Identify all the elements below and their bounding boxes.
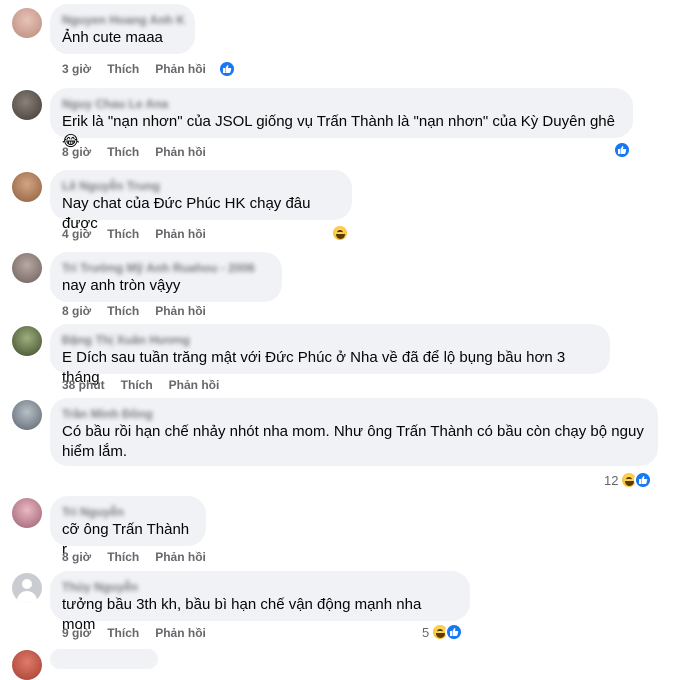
comment-text: Có bầu rồi hạn chế nhảy nhót nha mom. Nh… [62, 423, 644, 460]
avatar[interactable] [12, 650, 42, 680]
like-button[interactable]: Thích [107, 626, 139, 640]
reply-button[interactable]: Phản hồi [155, 626, 206, 640]
haha-reaction-icon [331, 224, 349, 242]
reply-button[interactable]: Phản hồi [155, 304, 206, 318]
comment-author[interactable]: Thủy Nguyễn [62, 579, 458, 595]
comment-bubble: Đặng Thị Xuân Hương E Dích sau tuần trăn… [50, 324, 610, 386]
reaction-summary[interactable]: 5 [422, 622, 464, 642]
comment-author[interactable]: Lê Nguyễn Trung [62, 178, 340, 194]
comment-time[interactable]: 38 phút [62, 378, 105, 392]
like-reaction-icon [445, 623, 464, 641]
comment-time[interactable]: 3 giờ [62, 62, 91, 76]
comment-bubble [50, 649, 158, 669]
reply-button[interactable]: Phản hồi [169, 378, 220, 392]
reply-button[interactable]: Phản hồi [155, 550, 206, 564]
comment-author[interactable]: Tri Nguyễn [62, 504, 194, 520]
comment-actions: 8 giờ Thích Phản hồi [62, 144, 222, 160]
default-avatar-icon [22, 579, 32, 589]
comment-author[interactable]: Nguy Chau Le Ana [62, 96, 621, 112]
comment-time[interactable]: 4 giờ [62, 227, 91, 241]
comment-actions: 8 giờ Thích Phản hồi [62, 303, 222, 319]
avatar[interactable] [12, 573, 42, 603]
reply-button[interactable]: Phản hồi [155, 62, 206, 76]
default-avatar-body [17, 591, 37, 603]
comment-time[interactable]: 8 giờ [62, 550, 91, 564]
comment-author[interactable]: Tri Trường Mỹ Anh Ruahou - 2006 [62, 260, 270, 276]
reaction-count: 12 [604, 472, 619, 488]
comment-actions: 4 giờ Thích Phản hồi [62, 226, 222, 242]
reaction-summary[interactable]: 12 [604, 470, 653, 490]
comment-actions: 38 phút Thích Phản hồi [62, 377, 235, 393]
comment-bubble: Trần Minh Đông Có bầu rồi hạn chế nhảy n… [50, 398, 658, 466]
comment-time[interactable]: 8 giờ [62, 145, 91, 159]
like-button[interactable]: Thích [107, 227, 139, 241]
reply-button[interactable]: Phản hồi [155, 145, 206, 159]
like-reaction-icon [634, 471, 653, 489]
comment-time[interactable]: 8 giờ [62, 304, 91, 318]
like-reaction-icon [613, 141, 631, 159]
comment-text: Ảnh cute maaa [62, 29, 163, 46]
reaction-summary[interactable] [218, 59, 236, 79]
comment-bubble: Nguyen Hoang Anh K Ảnh cute maaa [50, 4, 195, 54]
comment-actions: 3 giờ Thích Phản hồi [62, 61, 222, 77]
like-button[interactable]: Thích [121, 378, 153, 392]
avatar[interactable] [12, 326, 42, 356]
reaction-count: 5 [422, 624, 430, 640]
reaction-summary[interactable] [613, 140, 631, 160]
like-reaction-icon [218, 60, 236, 78]
comment-actions: 9 giờ Thích Phản hồi [62, 625, 222, 641]
like-button[interactable]: Thích [107, 304, 139, 318]
like-button[interactable]: Thích [107, 62, 139, 76]
avatar[interactable] [12, 172, 42, 202]
avatar[interactable] [12, 90, 42, 120]
comment-bubble: Tri Nguyễn cỡ ông Trấn Thành r [50, 496, 206, 558]
comment-bubble: Nguy Chau Le Ana Erik là "nạn nhơn" của … [50, 88, 633, 150]
comment-text: nay anh tròn vậyy [62, 277, 181, 294]
like-button[interactable]: Thích [107, 145, 139, 159]
reply-button[interactable]: Phản hồi [155, 227, 206, 241]
comment-author[interactable]: Nguyen Hoang Anh K [62, 12, 185, 28]
comment-bubble: Thủy Nguyễn tưởng bầu 3th kh, bầu bì hạn… [50, 571, 470, 633]
avatar[interactable] [12, 498, 42, 528]
avatar[interactable] [12, 253, 42, 283]
comment-author[interactable]: Đặng Thị Xuân Hương [62, 332, 598, 348]
comment-actions: 8 giờ Thích Phản hồi [62, 549, 222, 565]
comment-time[interactable]: 9 giờ [62, 626, 91, 640]
like-button[interactable]: Thích [107, 550, 139, 564]
comment-bubble: Lê Nguyễn Trung Nay chat của Đức Phúc HK… [50, 170, 352, 232]
avatar[interactable] [12, 8, 42, 38]
comment-bubble: Tri Trường Mỹ Anh Ruahou - 2006 nay anh … [50, 252, 282, 302]
avatar[interactable] [12, 400, 42, 430]
comment-author[interactable]: Trần Minh Đông [62, 406, 646, 422]
reaction-summary[interactable] [331, 223, 349, 243]
